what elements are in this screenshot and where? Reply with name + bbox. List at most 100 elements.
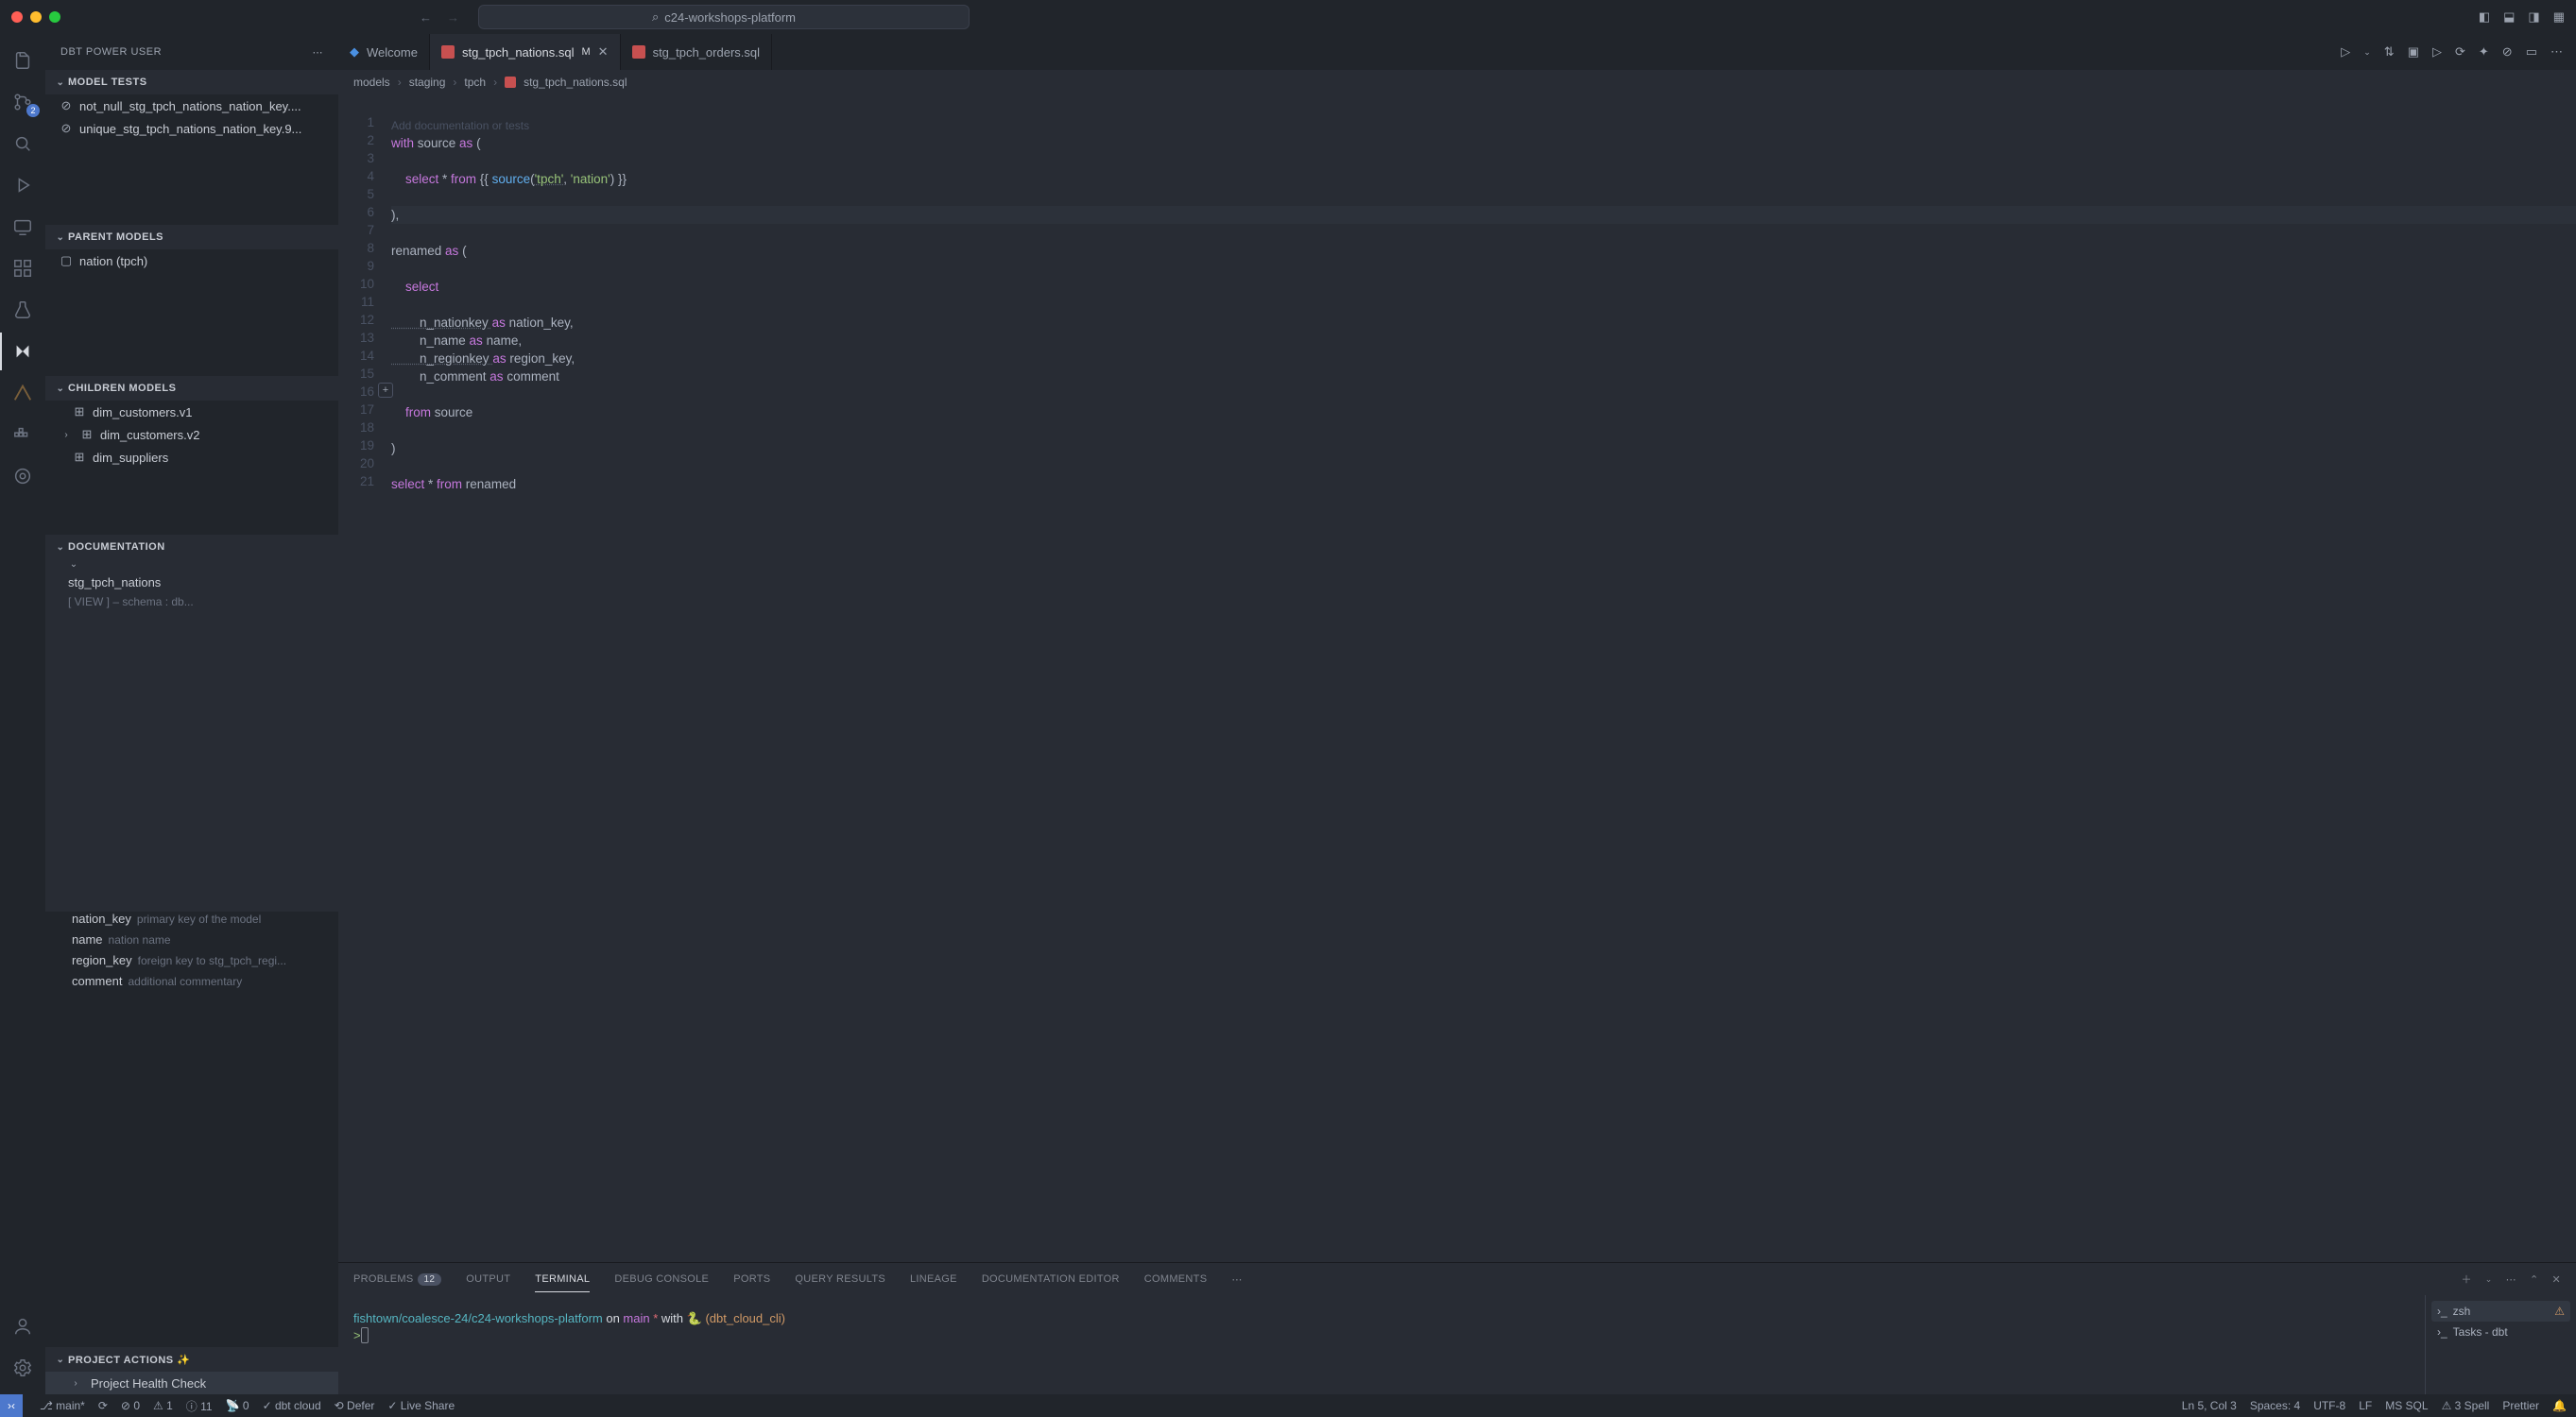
panel-tab-problems[interactable]: PROBLEMS12 <box>353 1273 441 1285</box>
panel-tab-lineage[interactable]: LINEAGE <box>910 1273 957 1285</box>
layout-sidebar-right-icon[interactable]: ◨ <box>2528 9 2539 25</box>
settings-gear-icon[interactable] <box>0 1349 45 1387</box>
code-editor[interactable]: 123456789101112131415161718192021 Add do… <box>338 94 2576 1262</box>
status-liveshare[interactable]: ✓ Live Share <box>387 1399 455 1412</box>
close-tab-icon[interactable]: ✕ <box>598 44 609 60</box>
new-terminal-icon[interactable]: ＋ <box>2461 1272 2471 1287</box>
sidebar-more-icon[interactable]: ⋯ <box>313 46 324 59</box>
doc-model[interactable]: ⌄stg_tpch_nations[ VIEW ] – schema : db.… <box>45 559 338 912</box>
status-prettier[interactable]: Prettier <box>2502 1399 2539 1412</box>
extensions-icon[interactable] <box>0 249 45 287</box>
status-dbt-cloud[interactable]: ✓ dbt cloud <box>263 1399 321 1412</box>
panel-maximize-icon[interactable]: ⌃ <box>2530 1273 2539 1286</box>
run-debug-icon[interactable] <box>0 166 45 204</box>
command-center[interactable]: ⌕ c24-workshops-platform <box>478 5 970 29</box>
compare-icon[interactable]: ⇅ <box>2384 44 2395 60</box>
panel-tab-ports[interactable]: PORTS <box>733 1273 770 1285</box>
doc-column[interactable]: nation_keyprimary key of the model <box>45 912 338 932</box>
sparkle-icon[interactable]: ✦ <box>2479 44 2489 60</box>
tab-welcome[interactable]: ◆Welcome <box>338 34 430 70</box>
accounts-icon[interactable] <box>0 1307 45 1345</box>
docker-icon[interactable] <box>0 416 45 453</box>
maximize-window[interactable] <box>49 11 60 23</box>
status-spaces[interactable]: Spaces: 4 <box>2250 1399 2300 1412</box>
notebook-icon[interactable]: ▣ <box>2408 44 2419 60</box>
doc-column[interactable]: commentadditional commentary <box>45 974 338 995</box>
section-model-tests[interactable]: ⌄MODEL TESTS <box>45 70 338 94</box>
remote-explorer-icon[interactable] <box>0 208 45 246</box>
dbt-power-user-icon[interactable] <box>0 333 45 370</box>
crumb[interactable]: stg_tpch_nations.sql <box>524 76 627 89</box>
test-icon[interactable]: ⊘ <box>2502 44 2513 60</box>
panel-tab-debug[interactable]: DEBUG CONSOLE <box>614 1273 709 1285</box>
section-documentation[interactable]: ⌄DOCUMENTATION <box>45 535 338 559</box>
model-item[interactable]: ▢nation (tpch) <box>45 249 338 272</box>
play-dropdown-icon[interactable]: ⌄ <box>2363 47 2371 58</box>
status-language[interactable]: MS SQL <box>2385 1399 2428 1412</box>
status-errors[interactable]: ⊘ 0 <box>121 1399 140 1412</box>
model-item[interactable]: ⊞dim_customers.v1 <box>45 401 338 423</box>
terminal-item-tasks[interactable]: ›_Tasks - dbt <box>2431 1322 2570 1342</box>
code-lens[interactable]: Add documentation or tests <box>391 119 529 132</box>
crumb[interactable]: tpch <box>464 76 486 89</box>
terminal-output[interactable]: fishtown/coalesce-24/c24-workshops-platf… <box>338 1295 2425 1394</box>
status-spell[interactable]: ⚠ 3 Spell <box>2442 1399 2490 1412</box>
layout-customize-icon[interactable]: ▦ <box>2553 9 2565 25</box>
terminal-item-zsh[interactable]: ›_zsh⚠ <box>2431 1301 2570 1322</box>
altimate-icon[interactable] <box>0 374 45 412</box>
model-item[interactable]: ›⊞dim_customers.v2 <box>45 423 338 446</box>
run-icon[interactable]: ▷ <box>2432 44 2442 60</box>
status-position[interactable]: Ln 5, Col 3 <box>2182 1399 2237 1412</box>
crumb[interactable]: staging <box>409 76 446 89</box>
remote-indicator[interactable]: ›‹ <box>0 1394 23 1417</box>
doc-column[interactable]: region_keyforeign key to stg_tpch_regi..… <box>45 953 338 974</box>
git-branch[interactable]: ⎇ main* <box>40 1399 85 1412</box>
build-icon[interactable]: ⟳ <box>2455 44 2465 60</box>
breadcrumb[interactable]: models› staging› tpch› stg_tpch_nations.… <box>338 70 2576 94</box>
nav-back-icon[interactable]: ← <box>420 10 432 25</box>
panel-tab-query[interactable]: QUERY RESULTS <box>795 1273 885 1285</box>
search-activity-icon[interactable] <box>0 125 45 162</box>
fold-icon[interactable]: + <box>378 383 393 398</box>
status-bell-icon[interactable]: 🔔 <box>2552 1399 2567 1412</box>
status-ports[interactable]: 📡 0 <box>226 1399 249 1412</box>
code-content[interactable]: Add documentation or tests with source a… <box>391 94 2576 1262</box>
panel-tab-output[interactable]: OUTPUT <box>466 1273 510 1285</box>
status-eol[interactable]: LF <box>2359 1399 2372 1412</box>
close-window[interactable] <box>11 11 23 23</box>
panel-more-icon[interactable]: ⋯ <box>2506 1273 2516 1286</box>
panel-close-icon[interactable]: ✕ <box>2551 1273 2561 1286</box>
status-defer[interactable]: ⟲ Defer <box>335 1399 375 1412</box>
terminal-dropdown-icon[interactable]: ⌄ <box>2485 1274 2493 1285</box>
gitlens-icon[interactable] <box>0 457 45 495</box>
more-actions-icon[interactable]: ⋯ <box>2550 44 2563 60</box>
panel-tab-comments[interactable]: COMMENTS <box>1144 1273 1208 1285</box>
status-warnings[interactable]: ⚠ 1 <box>153 1399 173 1412</box>
crumb[interactable]: models <box>353 76 390 89</box>
source-control-icon[interactable]: 2 <box>0 83 45 121</box>
test-item[interactable]: ⊘not_null_stg_tpch_nations_nation_key...… <box>45 94 338 117</box>
panel-tabs-more-icon[interactable]: ⋯ <box>1231 1273 1242 1286</box>
play-icon[interactable]: ▷ <box>2341 44 2350 60</box>
book-icon[interactable]: ▭ <box>2526 44 2537 60</box>
layout-panel-icon[interactable]: ⬓ <box>2503 9 2515 25</box>
minimize-window[interactable] <box>30 11 42 23</box>
section-children-models[interactable]: ⌄CHILDREN MODELS <box>45 376 338 401</box>
status-info[interactable]: ⓘ 11 <box>186 1398 213 1414</box>
test-item[interactable]: ⊘unique_stg_tpch_nations_nation_key.9... <box>45 117 338 140</box>
explorer-icon[interactable] <box>0 42 45 79</box>
section-project-actions[interactable]: ⌄PROJECT ACTIONS ✨ <box>45 1347 338 1372</box>
status-encoding[interactable]: UTF-8 <box>2313 1399 2345 1412</box>
tab-active[interactable]: stg_tpch_nations.sqlM✕ <box>430 34 621 70</box>
panel-tab-terminal[interactable]: TERMINAL <box>535 1273 590 1285</box>
model-item[interactable]: ⊞dim_suppliers <box>45 446 338 469</box>
panel-tab-doced[interactable]: DOCUMENTATION EDITOR <box>982 1273 1120 1285</box>
testing-icon[interactable] <box>0 291 45 329</box>
project-health-check[interactable]: ›Project Health Check <box>45 1372 338 1394</box>
nav-forward-icon[interactable]: → <box>447 10 459 25</box>
layout-sidebar-left-icon[interactable]: ◧ <box>2479 9 2490 25</box>
section-parent-models[interactable]: ⌄PARENT MODELS <box>45 225 338 249</box>
sync-icon[interactable]: ⟳ <box>98 1399 108 1412</box>
tab-other[interactable]: stg_tpch_orders.sql <box>621 34 772 70</box>
doc-column[interactable]: namenation name <box>45 932 338 953</box>
